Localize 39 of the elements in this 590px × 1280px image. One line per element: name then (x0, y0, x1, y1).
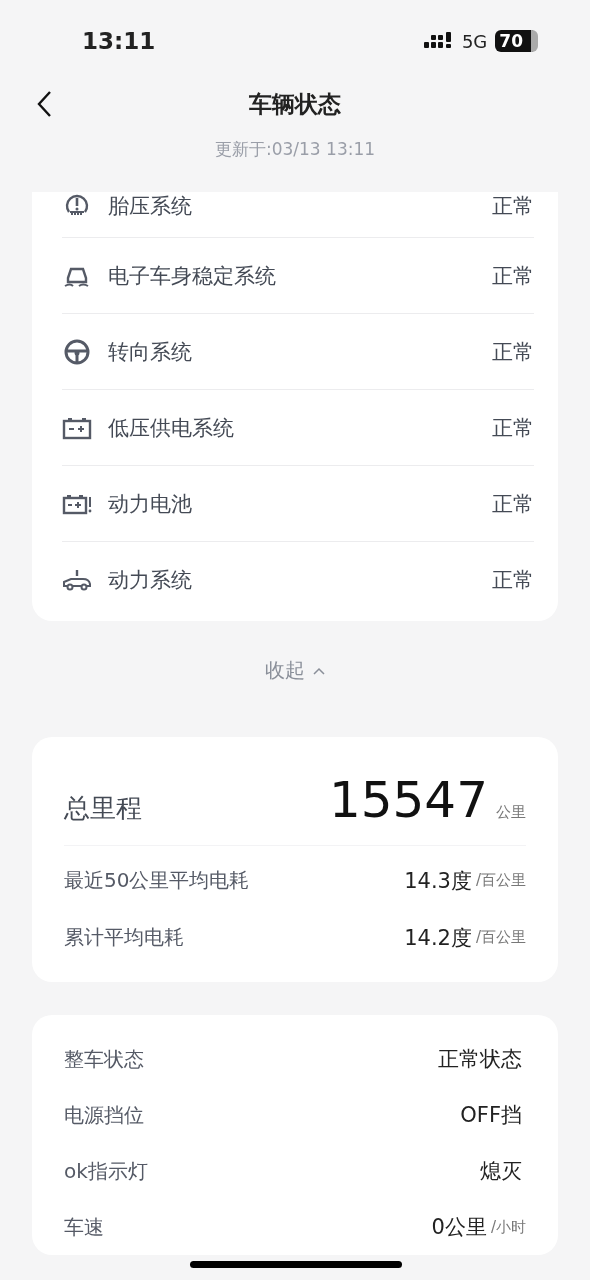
collapse-button[interactable]: 收起 (259, 656, 331, 685)
system-name: 胎压系统 (108, 193, 193, 220)
mileage-label: 总里程 (64, 792, 143, 825)
system-status: 正常 (492, 566, 534, 594)
steering-wheel-icon (62, 337, 92, 366)
stat-value: 0公里 (431, 1214, 487, 1241)
system-name: 动力电池 (108, 490, 193, 518)
stat-unit: /百公里 (475, 928, 526, 947)
status-time: 13:11 (82, 28, 156, 54)
system-name: 低压供电系统 (108, 414, 235, 442)
stat-value: 正常状态 (438, 1046, 522, 1073)
system-status: 正常 (492, 338, 534, 366)
stat-unit: /百公里 (475, 871, 526, 890)
network-label: 5G (461, 30, 488, 52)
stat-label: ok指示灯 (64, 1157, 148, 1185)
system-status: 正常 (492, 414, 534, 442)
stat-value: 14.2度 (404, 924, 472, 952)
stat-value: 14.3度 (404, 867, 472, 895)
stat-label: 最近50公里平均电耗 (64, 867, 250, 894)
stat-value: OFF挡 (460, 1102, 522, 1129)
system-name: 转向系统 (108, 338, 193, 366)
system-name: 电子车身稳定系统 (108, 262, 277, 290)
stat-label: 累计平均电耗 (64, 924, 184, 951)
system-status: 正常 (492, 193, 534, 220)
mileage-unit: 公里 (496, 803, 526, 822)
battery-indicator: 70 (495, 30, 538, 52)
stat-unit: /小时 (490, 1217, 526, 1237)
stat-value: 熄灭 (480, 1158, 522, 1185)
page-title: 车辆状态 (249, 89, 341, 119)
system-status: 正常 (492, 262, 534, 290)
chevron-up-icon (313, 666, 325, 675)
stat-label: 电源挡位 (64, 1101, 144, 1129)
stat-label: 整车状态 (64, 1045, 144, 1073)
mileage-value: 15547 (328, 771, 488, 829)
system-status: 正常 (492, 490, 534, 518)
stat-label: 车速 (64, 1213, 104, 1241)
update-time: 更新于:03/13 13:11 (213, 138, 377, 161)
signal-icon (423, 32, 454, 50)
system-name: 动力系统 (108, 566, 193, 594)
